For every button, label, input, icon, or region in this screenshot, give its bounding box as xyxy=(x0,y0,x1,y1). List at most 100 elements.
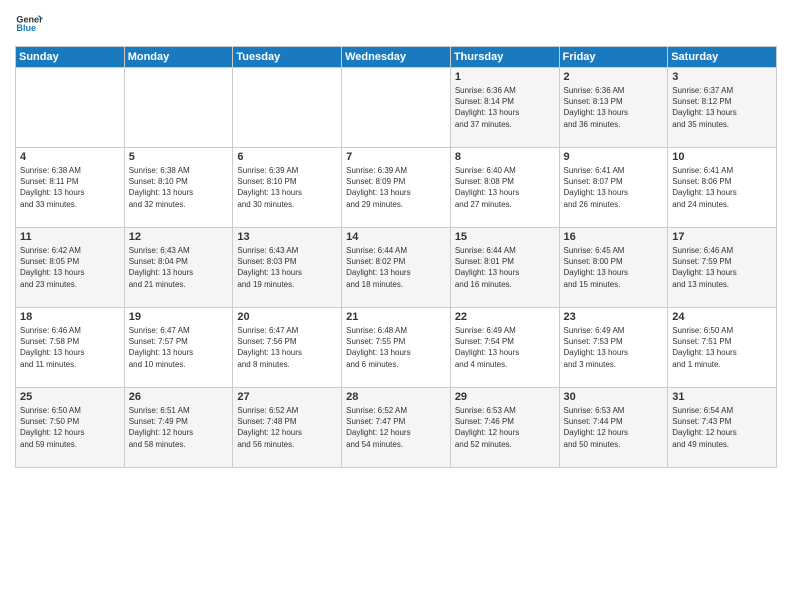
day-number: 12 xyxy=(129,231,229,243)
day-info: Sunrise: 6:53 AM Sunset: 7:46 PM Dayligh… xyxy=(455,405,555,450)
day-number: 8 xyxy=(455,151,555,163)
calendar-cell: 6 Sunrise: 6:39 AM Sunset: 8:10 PM Daylig… xyxy=(233,148,342,228)
day-number: 4 xyxy=(20,151,120,163)
calendar-cell: 5Sunrise: 6:38 AM Sunset: 8:10 PM Daylig… xyxy=(124,148,233,228)
calendar-cell: 1 Sunrise: 6:36 AM Sunset: 8:14 PM Daylig… xyxy=(450,68,559,148)
calendar-cell: 13Sunrise: 6:43 AM Sunset: 8:03 PM Dayli… xyxy=(233,228,342,308)
logo-icon: General Blue xyxy=(15,10,43,38)
day-info: Sunrise: 6:44 AM Sunset: 8:01 PM Dayligh… xyxy=(455,245,555,290)
day-header-tuesday: Tuesday xyxy=(233,47,342,68)
calendar-cell: 18 Sunrise: 6:46 AM Sunset: 7:58 PM Dayli… xyxy=(16,308,125,388)
day-number: 5 xyxy=(129,151,229,163)
day-number: 13 xyxy=(237,231,337,243)
calendar-cell: 15 Sunrise: 6:44 AM Sunset: 8:01 PM Dayli… xyxy=(450,228,559,308)
day-info: Sunrise: 6:46 AM Sunset: 7:59 PM Dayligh… xyxy=(672,245,772,290)
week-row-5: 25 Sunrise: 6:50 AM Sunset: 7:50 PM Dayli… xyxy=(16,388,777,468)
day-info: Sunrise: 6:45 AM Sunset: 8:00 PM Dayligh… xyxy=(564,245,664,290)
day-info: Sunrise: 6:42 AM Sunset: 8:05 PM Dayligh… xyxy=(20,245,120,290)
calendar-cell: 21 Sunrise: 6:48 AM Sunset: 7:55 PM Dayli… xyxy=(342,308,451,388)
day-info: Sunrise: 6:48 AM Sunset: 7:55 PM Dayligh… xyxy=(346,325,446,370)
day-info: Sunrise: 6:43 AM Sunset: 8:04 PM Dayligh… xyxy=(129,245,229,290)
day-number: 2 xyxy=(564,71,664,83)
day-info: Sunrise: 6:36 AM Sunset: 8:13 PM Dayligh… xyxy=(564,85,664,130)
calendar-cell: 24 Sunrise: 6:50 AM Sunset: 7:51 PM Dayli… xyxy=(668,308,777,388)
day-number: 7 xyxy=(346,151,446,163)
calendar-cell: 17 Sunrise: 6:46 AM Sunset: 7:59 PM Dayli… xyxy=(668,228,777,308)
day-number: 20 xyxy=(237,311,337,323)
calendar-cell: 23 Sunrise: 6:49 AM Sunset: 7:53 PM Dayli… xyxy=(559,308,668,388)
calendar-cell: 11 Sunrise: 6:42 AM Sunset: 8:05 PM Dayli… xyxy=(16,228,125,308)
day-info: Sunrise: 6:39 AM Sunset: 8:10 PM Dayligh… xyxy=(237,165,337,210)
calendar-cell: 30Sunrise: 6:53 AM Sunset: 7:44 PM Dayli… xyxy=(559,388,668,468)
calendar-cell xyxy=(342,68,451,148)
calendar-cell: 26 Sunrise: 6:51 AM Sunset: 7:49 PM Dayli… xyxy=(124,388,233,468)
day-number: 16 xyxy=(564,231,664,243)
day-info: Sunrise: 6:52 AM Sunset: 7:48 PM Dayligh… xyxy=(237,405,337,450)
day-number: 30 xyxy=(564,391,664,403)
calendar-cell: 29 Sunrise: 6:53 AM Sunset: 7:46 PM Dayli… xyxy=(450,388,559,468)
day-info: Sunrise: 6:50 AM Sunset: 7:50 PM Dayligh… xyxy=(20,405,120,450)
calendar-cell xyxy=(124,68,233,148)
day-info: Sunrise: 6:49 AM Sunset: 7:54 PM Dayligh… xyxy=(455,325,555,370)
calendar-cell: 20Sunrise: 6:47 AM Sunset: 7:56 PM Dayli… xyxy=(233,308,342,388)
day-info: Sunrise: 6:44 AM Sunset: 8:02 PM Dayligh… xyxy=(346,245,446,290)
day-info: Sunrise: 6:36 AM Sunset: 8:14 PM Dayligh… xyxy=(455,85,555,130)
day-info: Sunrise: 6:39 AM Sunset: 8:09 PM Dayligh… xyxy=(346,165,446,210)
week-row-1: 1 Sunrise: 6:36 AM Sunset: 8:14 PM Daylig… xyxy=(16,68,777,148)
calendar-cell xyxy=(16,68,125,148)
header: General Blue xyxy=(15,10,777,38)
day-header-wednesday: Wednesday xyxy=(342,47,451,68)
calendar-cell: 4 Sunrise: 6:38 AM Sunset: 8:11 PM Daylig… xyxy=(16,148,125,228)
day-number: 14 xyxy=(346,231,446,243)
calendar-cell: 22 Sunrise: 6:49 AM Sunset: 7:54 PM Dayli… xyxy=(450,308,559,388)
day-info: Sunrise: 6:47 AM Sunset: 7:57 PM Dayligh… xyxy=(129,325,229,370)
day-number: 18 xyxy=(20,311,120,323)
calendar-cell: 10Sunrise: 6:41 AM Sunset: 8:06 PM Dayli… xyxy=(668,148,777,228)
day-info: Sunrise: 6:51 AM Sunset: 7:49 PM Dayligh… xyxy=(129,405,229,450)
calendar-cell: 2 Sunrise: 6:36 AM Sunset: 8:13 PM Daylig… xyxy=(559,68,668,148)
day-number: 22 xyxy=(455,311,555,323)
calendar-cell: 12 Sunrise: 6:43 AM Sunset: 8:04 PM Dayli… xyxy=(124,228,233,308)
day-number: 1 xyxy=(455,71,555,83)
day-number: 17 xyxy=(672,231,772,243)
calendar-cell: 25 Sunrise: 6:50 AM Sunset: 7:50 PM Dayli… xyxy=(16,388,125,468)
day-number: 21 xyxy=(346,311,446,323)
day-number: 28 xyxy=(346,391,446,403)
calendar-cell: 27Sunrise: 6:52 AM Sunset: 7:48 PM Dayli… xyxy=(233,388,342,468)
calendar-cell: 16 Sunrise: 6:45 AM Sunset: 8:00 PM Dayli… xyxy=(559,228,668,308)
calendar-cell: 28 Sunrise: 6:52 AM Sunset: 7:47 PM Dayli… xyxy=(342,388,451,468)
calendar-cell: 3 Sunrise: 6:37 AM Sunset: 8:12 PM Daylig… xyxy=(668,68,777,148)
day-number: 26 xyxy=(129,391,229,403)
day-info: Sunrise: 6:46 AM Sunset: 7:58 PM Dayligh… xyxy=(20,325,120,370)
day-info: Sunrise: 6:54 AM Sunset: 7:43 PM Dayligh… xyxy=(672,405,772,450)
calendar-table: SundayMondayTuesdayWednesdayThursdayFrid… xyxy=(15,46,777,468)
calendar-cell: 31Sunrise: 6:54 AM Sunset: 7:43 PM Dayli… xyxy=(668,388,777,468)
day-header-monday: Monday xyxy=(124,47,233,68)
day-number: 25 xyxy=(20,391,120,403)
day-info: Sunrise: 6:41 AM Sunset: 8:07 PM Dayligh… xyxy=(564,165,664,210)
calendar-cell: 19 Sunrise: 6:47 AM Sunset: 7:57 PM Dayli… xyxy=(124,308,233,388)
day-number: 29 xyxy=(455,391,555,403)
calendar-cell: 7 Sunrise: 6:39 AM Sunset: 8:09 PM Daylig… xyxy=(342,148,451,228)
calendar-header-row: SundayMondayTuesdayWednesdayThursdayFrid… xyxy=(16,47,777,68)
day-number: 15 xyxy=(455,231,555,243)
day-header-sunday: Sunday xyxy=(16,47,125,68)
calendar-cell: 8 Sunrise: 6:40 AM Sunset: 8:08 PM Daylig… xyxy=(450,148,559,228)
day-info: Sunrise: 6:52 AM Sunset: 7:47 PM Dayligh… xyxy=(346,405,446,450)
day-info: Sunrise: 6:37 AM Sunset: 8:12 PM Dayligh… xyxy=(672,85,772,130)
svg-text:Blue: Blue xyxy=(16,23,36,33)
day-info: Sunrise: 6:50 AM Sunset: 7:51 PM Dayligh… xyxy=(672,325,772,370)
day-number: 24 xyxy=(672,311,772,323)
week-row-3: 11 Sunrise: 6:42 AM Sunset: 8:05 PM Dayli… xyxy=(16,228,777,308)
day-number: 23 xyxy=(564,311,664,323)
day-info: Sunrise: 6:49 AM Sunset: 7:53 PM Dayligh… xyxy=(564,325,664,370)
day-number: 11 xyxy=(20,231,120,243)
day-number: 3 xyxy=(672,71,772,83)
day-info: Sunrise: 6:40 AM Sunset: 8:08 PM Dayligh… xyxy=(455,165,555,210)
week-row-2: 4 Sunrise: 6:38 AM Sunset: 8:11 PM Daylig… xyxy=(16,148,777,228)
day-number: 6 xyxy=(237,151,337,163)
day-number: 19 xyxy=(129,311,229,323)
day-info: Sunrise: 6:38 AM Sunset: 8:11 PM Dayligh… xyxy=(20,165,120,210)
day-number: 10 xyxy=(672,151,772,163)
day-number: 9 xyxy=(564,151,664,163)
